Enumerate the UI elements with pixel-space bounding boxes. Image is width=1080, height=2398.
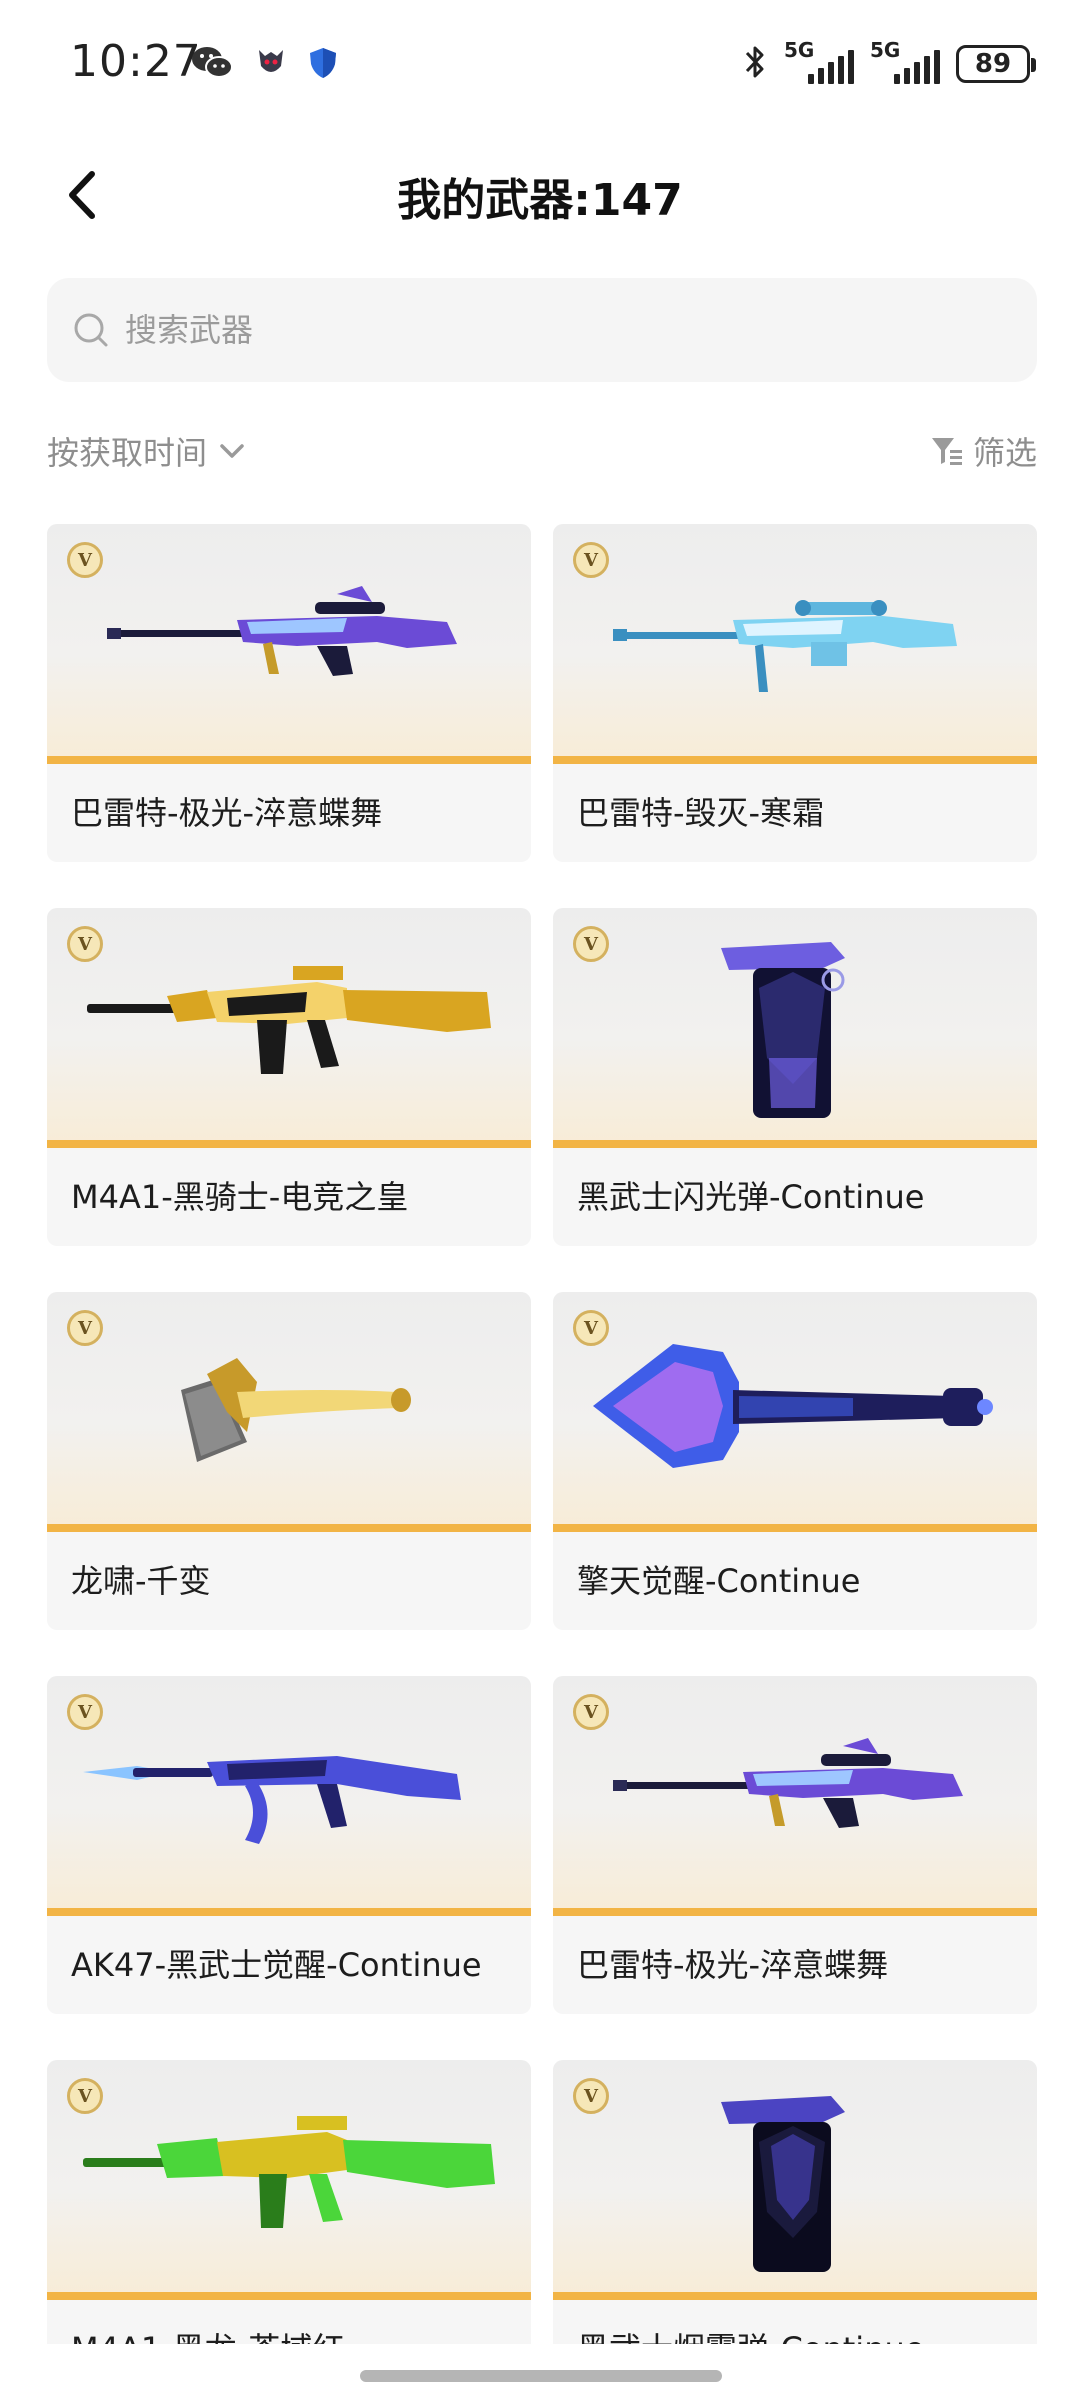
weapon-name: 擎天觉醒-Continue xyxy=(577,1562,861,1600)
weapon-thumbnail: V xyxy=(553,524,1037,764)
weapon-name: 龙啸-千变 xyxy=(71,1562,211,1600)
weapon-card[interactable]: V AK47-黑武士觉醒-Continue xyxy=(47,1676,531,2014)
home-indicator[interactable] xyxy=(360,2370,722,2382)
weapon-card[interactable]: V 巴雷特-毁灭-寒霜 xyxy=(553,524,1037,862)
vip-badge: V xyxy=(67,1310,103,1346)
vip-badge: V xyxy=(573,1694,609,1730)
filter-button[interactable]: 筛选 xyxy=(929,428,1037,474)
weapon-thumbnail: V xyxy=(47,1292,531,1532)
filter-icon xyxy=(931,438,962,465)
weapon-thumbnail: V xyxy=(553,1676,1037,1916)
filter-label: 筛选 xyxy=(972,434,1037,472)
vip-badge: V xyxy=(573,926,609,962)
weapon-thumbnail: V xyxy=(47,524,531,764)
status-system-icons: 5G 5G 89 xyxy=(742,38,1036,88)
status-bar: 10:27 5G 5G 89 xyxy=(0,0,1080,130)
weapon-thumbnail: V xyxy=(553,1292,1037,1532)
vip-badge: V xyxy=(573,2078,609,2114)
sort-filter-bar: 按获取时间 筛选 xyxy=(47,428,1037,484)
assault-rifle-icon xyxy=(83,2116,495,2228)
grenade-icon xyxy=(721,2096,845,2272)
sniper-rifle-icon xyxy=(107,586,457,676)
weapon-card[interactable]: V 黑武士烟雾弹-Continue xyxy=(553,2060,1037,2344)
weapon-card[interactable]: V 巴雷特-极光-淬意蝶舞 xyxy=(47,524,531,862)
weapon-name: M4A1-黑龙-苍域红 xyxy=(71,2324,511,2344)
sniper-rifle-icon xyxy=(613,600,957,692)
page-title: 我的武器:147 xyxy=(397,175,683,226)
status-time: 10:27 xyxy=(70,36,202,87)
weapon-thumbnail: V xyxy=(553,908,1037,1148)
axe-icon xyxy=(181,1358,411,1462)
signal-icon: 5G xyxy=(870,38,940,88)
weapon-thumbnail: V xyxy=(47,2060,531,2300)
weapon-name: M4A1-黑骑士-电竞之皇 xyxy=(71,1178,409,1216)
weapon-grid: V 巴雷特-极光-淬意蝶舞 V 巴雷特-毁灭-寒霜 V M4A1-黑骑士-电竞之… xyxy=(47,524,1037,2344)
sniper-rifle-icon xyxy=(613,1738,963,1828)
weapon-card[interactable]: V M4A1-黑骑士-电竞之皇 xyxy=(47,908,531,1246)
signal-icon: 5G xyxy=(784,38,854,88)
weapon-name: 巴雷特-极光-淬意蝶舞 xyxy=(577,1946,889,1984)
search-icon xyxy=(74,313,108,347)
search-input[interactable] xyxy=(125,311,925,349)
weapon-thumbnail: V xyxy=(47,908,531,1148)
weapon-thumbnail: V xyxy=(553,2060,1037,2300)
assault-rifle-icon xyxy=(87,966,491,1074)
bluetooth-icon xyxy=(742,42,768,86)
vip-badge: V xyxy=(573,542,609,578)
shovel-icon xyxy=(593,1344,993,1468)
grenade-icon xyxy=(721,942,845,1118)
weapon-card[interactable]: V 巴雷特-极光-淬意蝶舞 xyxy=(553,1676,1037,2014)
weapon-card[interactable]: V 黑武士闪光弹-Continue xyxy=(553,908,1037,1246)
app-avatar-icon xyxy=(256,46,286,84)
vip-badge: V xyxy=(67,926,103,962)
assault-rifle-icon xyxy=(83,1756,461,1844)
sort-label: 按获取时间 xyxy=(47,434,208,472)
vip-badge: V xyxy=(67,1694,103,1730)
weapon-name: 黑武士烟雾弹-Continue xyxy=(577,2324,1017,2344)
battery-icon: 89 xyxy=(956,45,1036,83)
weapon-card[interactable]: V M4A1-黑龙-苍域红 xyxy=(47,2060,531,2344)
weapon-card[interactable]: V 龙啸-千变 xyxy=(47,1292,531,1630)
vip-badge: V xyxy=(67,542,103,578)
wechat-icon xyxy=(190,44,234,86)
sort-dropdown[interactable]: 按获取时间 xyxy=(47,428,249,474)
weapon-name: 黑武士闪光弹-Continue xyxy=(577,1178,925,1216)
weapon-name: 巴雷特-毁灭-寒霜 xyxy=(577,794,825,832)
weapon-name: 巴雷特-极光-淬意蝶舞 xyxy=(71,794,383,832)
chevron-down-icon xyxy=(220,444,244,458)
vip-badge: V xyxy=(67,2078,103,2114)
vip-badge: V xyxy=(573,1310,609,1346)
search-bar[interactable] xyxy=(47,278,1037,382)
weapon-card[interactable]: V 擎天觉醒-Continue xyxy=(553,1292,1037,1630)
weapon-thumbnail: V xyxy=(47,1676,531,1916)
shield-icon xyxy=(308,46,338,84)
weapon-name: AK47-黑武士觉醒-Continue xyxy=(71,1946,482,1984)
status-notification-icons xyxy=(190,44,338,86)
battery-level: 89 xyxy=(974,49,1012,79)
header: 我的武器:147 xyxy=(0,150,1080,240)
